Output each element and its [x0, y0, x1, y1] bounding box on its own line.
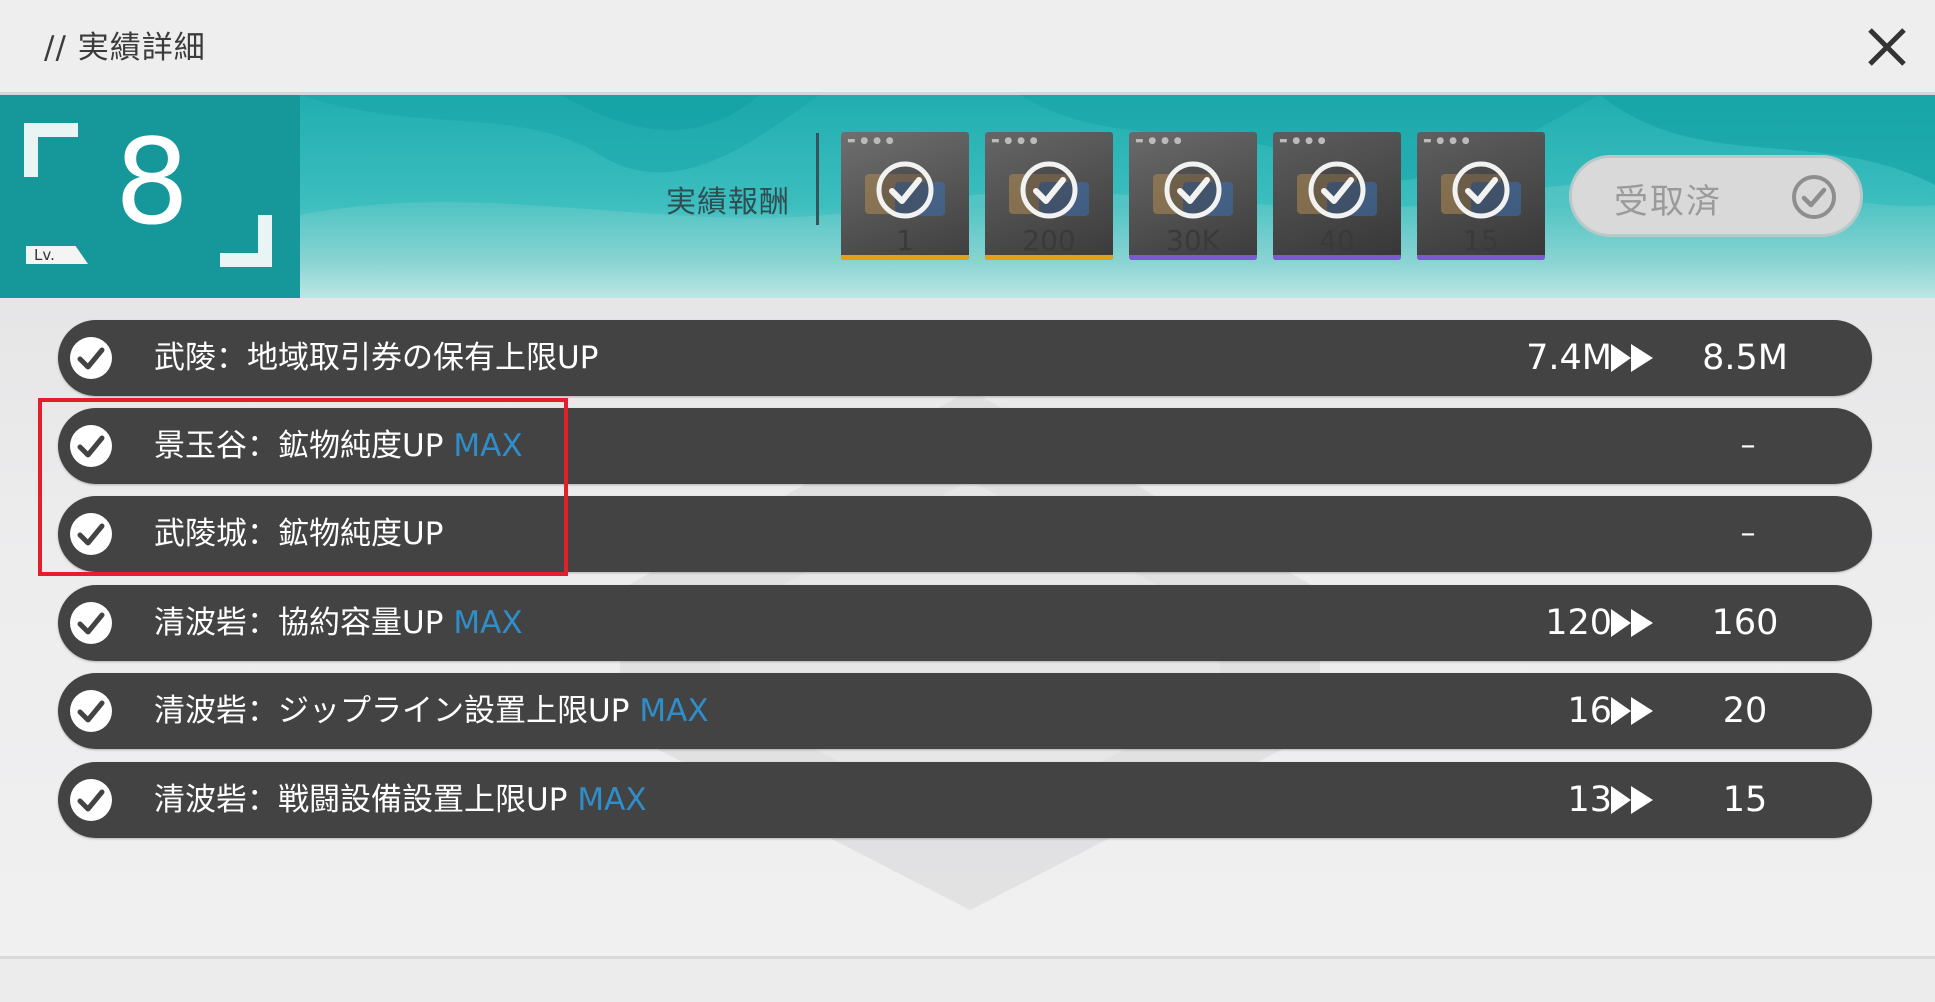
reward-item[interactable]: ▬ ● ● ● 200	[985, 132, 1113, 260]
card-dots: ▬ ● ● ●	[991, 136, 1039, 146]
reward-item[interactable]: ▬ ● ● ● 15	[1417, 132, 1545, 260]
achievement-row: 清波砦：ジップライン設置上限UP MAX 16 20	[58, 673, 1872, 749]
achievement-banner: 8 Lv. 実績報酬 ▬ ● ● ● 1 ▬ ● ● ● 200 ▬ ● ● ● 30K ▬…	[0, 95, 1935, 298]
rarity-bar	[985, 255, 1113, 260]
value-after: 160	[1711, 603, 1779, 643]
reward-quantity: 30K	[1166, 224, 1220, 257]
claimed-check-icon	[1308, 161, 1366, 219]
achievement-text: 清波砦：戦闘設備設置上限UP MAX	[154, 782, 647, 818]
completed-check-icon	[70, 779, 112, 821]
achievement-row: 武陵：地域取引券の保有上限UP 7.4M 8.5M	[58, 320, 1872, 396]
no-value-dash: –	[1740, 516, 1756, 551]
reward-quantity: 15	[1463, 224, 1499, 257]
level-tag: Lv.	[26, 246, 88, 264]
card-dots: ▬ ● ● ●	[1423, 136, 1471, 146]
claimed-check-icon	[1164, 161, 1222, 219]
fast-forward-icon	[1611, 786, 1653, 814]
card-dots: ▬ ● ● ●	[1135, 136, 1183, 146]
bracket-bottom-right-icon	[220, 215, 272, 267]
achievement-row: 清波砦：戦闘設備設置上限UP MAX 13 15	[58, 762, 1872, 838]
bracket-top-left-icon	[24, 123, 78, 177]
reward-quantity: 40	[1319, 224, 1355, 257]
claimed-check-icon	[1452, 161, 1510, 219]
max-badge: MAX	[453, 605, 523, 641]
rarity-bar	[1417, 255, 1545, 260]
claimed-button[interactable]: 受取済	[1569, 155, 1863, 237]
claimed-check-icon	[876, 161, 934, 219]
fast-forward-icon	[1611, 344, 1653, 372]
value-before: 120	[1545, 603, 1612, 643]
reward-item[interactable]: ▬ ● ● ● 30K	[1129, 132, 1257, 260]
reward-label: 実績報酬	[666, 185, 790, 220]
check-circle-icon	[1792, 175, 1836, 219]
value-before: 16	[1567, 691, 1612, 731]
completed-check-icon	[70, 337, 112, 379]
highlight-box	[38, 398, 568, 576]
level-panel: 8 Lv.	[0, 95, 300, 298]
no-value-dash: –	[1740, 428, 1756, 463]
title-bar: // 実績詳細	[0, 0, 1935, 95]
claimed-button-label: 受取済	[1614, 182, 1722, 222]
level-number: 8	[114, 113, 190, 251]
reward-item[interactable]: ▬ ● ● ● 40	[1273, 132, 1401, 260]
fast-forward-icon	[1611, 609, 1653, 637]
reward-item[interactable]: ▬ ● ● ● 1	[841, 132, 969, 260]
completed-check-icon	[70, 602, 112, 644]
completed-check-icon	[70, 690, 112, 732]
rarity-bar	[1273, 255, 1401, 260]
fast-forward-icon	[1611, 697, 1653, 725]
achievement-row: 清波砦：協約容量UP MAX 120 160	[58, 585, 1872, 661]
value-before: 7.4M	[1526, 338, 1612, 378]
reward-quantity: 1	[896, 224, 914, 257]
value-after: 8.5M	[1702, 338, 1788, 378]
achievement-text: 武陵：地域取引券の保有上限UP	[154, 340, 599, 376]
card-dots: ▬ ● ● ●	[847, 136, 895, 146]
achievement-text: 清波砦：協約容量UP MAX	[154, 605, 523, 641]
claimed-check-icon	[1020, 161, 1078, 219]
page-title: // 実績詳細	[44, 30, 206, 66]
max-badge: MAX	[639, 693, 709, 729]
achievement-text: 清波砦：ジップライン設置上限UP MAX	[154, 693, 709, 729]
footer-bar	[0, 956, 1935, 1002]
close-icon	[1868, 28, 1906, 66]
rarity-bar	[1129, 255, 1257, 260]
close-button[interactable]	[1862, 22, 1912, 72]
reward-quantity: 200	[1022, 224, 1076, 257]
value-before: 13	[1567, 780, 1612, 820]
max-badge: MAX	[577, 782, 647, 818]
card-dots: ▬ ● ● ●	[1279, 136, 1327, 146]
value-after: 20	[1722, 691, 1768, 731]
value-after: 15	[1722, 780, 1768, 820]
reward-divider	[816, 133, 819, 225]
rarity-bar	[841, 255, 969, 260]
